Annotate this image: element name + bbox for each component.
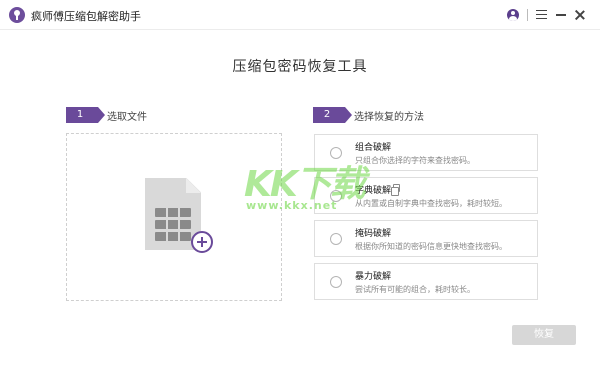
radio-button[interactable] (330, 147, 342, 159)
step-2-header: 2 选择恢复的方法 (313, 107, 493, 123)
option-description: 从内置或自制字典中查找密码，耗时较短。 (355, 199, 507, 208)
option-title: 暴力破解 (355, 272, 392, 282)
option-description: 只组合你选择的字符来查找密码。 (355, 156, 475, 165)
option-brute-force-attack[interactable]: 暴力破解 尝试所有可能的组合，耗时较长。 (314, 263, 538, 300)
option-combination-attack[interactable]: 组合破解 只组合你选择的字符来查找密码。 (314, 134, 538, 171)
radio-button[interactable] (330, 190, 342, 202)
menu-icon[interactable] (536, 10, 547, 19)
close-icon[interactable] (573, 8, 587, 22)
archive-bar (155, 232, 191, 241)
recover-button[interactable]: 恢复 (512, 325, 576, 345)
file-corner-fold (186, 178, 201, 193)
radio-button[interactable] (330, 276, 342, 288)
add-file-icon[interactable] (191, 231, 213, 253)
titlebar-divider (527, 9, 528, 21)
page-title: 压缩包密码恢复工具 (232, 59, 368, 75)
archive-bar (155, 220, 191, 229)
archive-bar (155, 208, 191, 217)
option-description: 尝试所有可能的组合，耗时较长。 (355, 285, 475, 294)
app-logo-icon (9, 7, 25, 23)
option-title: 组合破解 (355, 143, 392, 153)
dictionary-settings-icon[interactable] (391, 184, 400, 196)
step-2-label: 选择恢复的方法 (354, 112, 424, 123)
step-2-badge: 2 (313, 107, 352, 123)
option-dictionary-attack[interactable]: 字典破解 从内置或自制字典中查找密码，耗时较短。 (314, 177, 538, 214)
radio-button[interactable] (330, 233, 342, 245)
title-bar: 疯师傅压缩包解密助手 (0, 0, 600, 30)
step-1-label: 选取文件 (107, 112, 147, 123)
app-title: 疯师傅压缩包解密助手 (31, 10, 141, 23)
step-1-badge: 1 (66, 107, 105, 123)
minimize-icon[interactable] (556, 14, 566, 16)
option-title: 掩码破解 (355, 229, 392, 239)
option-description: 根据你所知道的密码信息更快地查找密码。 (355, 242, 507, 251)
step-1-header: 1 选取文件 (66, 107, 226, 123)
option-mask-attack[interactable]: 掩码破解 根据你所知道的密码信息更快地查找密码。 (314, 220, 538, 257)
app-window: 疯师傅压缩包解密助手 压缩包密码恢复工具 1 选取文件 2 选择恢复的方法 组合… (0, 0, 600, 370)
option-title: 字典破解 (355, 186, 392, 196)
user-icon[interactable] (507, 9, 519, 21)
